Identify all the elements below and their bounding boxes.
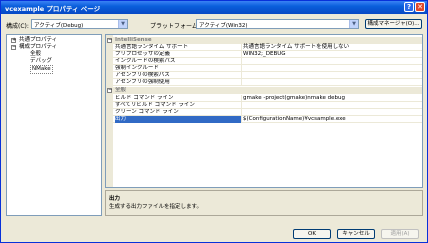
property-row[interactable]: プリプロセッサの定義 WIN32;_DEBUG (106, 51, 422, 58)
config-select-value: アクティブ(Debug) (34, 23, 84, 29)
property-grid: − IntelliSense 共通言語ランタイム サポート 共通言語ランタイム … (105, 34, 423, 188)
category-name: IntelliSense (115, 37, 152, 43)
config-select[interactable]: アクティブ(Debug) ▼ (31, 19, 128, 29)
property-value[interactable]: $(ConfigurationName)¥vcsample.exe (243, 116, 346, 123)
property-row[interactable]: 共通言語ランタイム サポート 共通言語ランタイム サポートを使用しない (106, 44, 422, 51)
tree-item-common-properties[interactable]: 共通プロパティ (19, 37, 57, 44)
property-name: アセンブリの検索パス (115, 72, 242, 79)
property-row-output[interactable]: 出力 $(ConfigurationName)¥vcsample.exe (106, 116, 422, 123)
description-text: 生成する出力ファイルを指定します。 (109, 204, 202, 210)
property-name: ビルド コマンド ライン (115, 95, 242, 102)
collapse-icon[interactable]: − (107, 38, 112, 43)
category-tree[interactable]: + 共通プロパティ − 構成プロパティ 全般 デバッグ NMake (6, 34, 102, 216)
title-bar[interactable]: vcexample プロパティ ページ ? ✕ (1, 1, 427, 14)
category-row-general[interactable]: − 全般 (106, 87, 422, 94)
property-name: 出力 (115, 116, 242, 123)
property-name: 共通言語ランタイム サポート (115, 44, 242, 51)
property-value[interactable]: WIN32;_DEBUG (243, 51, 286, 58)
property-name: インクルードの検索パス (115, 58, 242, 65)
help-button[interactable]: ? (404, 2, 414, 12)
tree-expand-icon[interactable]: + (11, 38, 16, 43)
ok-button[interactable]: OK (293, 229, 331, 239)
property-name: 強制インクルード (115, 65, 242, 72)
property-name: クリーン コマンド ライン (115, 109, 242, 116)
description-panel: 出力 生成する出力ファイルを指定します。 (105, 190, 423, 216)
chevron-down-icon: ▼ (118, 20, 127, 28)
tree-collapse-icon[interactable]: − (11, 45, 16, 50)
tree-item-debug[interactable]: デバッグ (30, 58, 52, 65)
property-name: プリプロセッサの定義 (115, 51, 242, 58)
property-row[interactable]: すべてリビルド コマンド ライン (106, 102, 422, 109)
description-title: 出力 (109, 196, 121, 202)
tree-item-config-properties[interactable]: 構成プロパティ (19, 44, 57, 51)
property-value[interactable]: gmake -project(gmake)nmake debug (243, 95, 345, 102)
category-name: 全般 (115, 87, 127, 93)
property-value[interactable]: 共通言語ランタイム サポートを使用しない (243, 44, 349, 51)
property-name: すべてリビルド コマンド ライン (115, 102, 242, 109)
config-label: 構成(C): (6, 23, 29, 30)
category-row-intellisense[interactable]: − IntelliSense (106, 37, 422, 44)
tree-item-nmake[interactable]: NMake (30, 65, 53, 74)
window-title: vcexample プロパティ ページ (5, 5, 101, 13)
property-row[interactable]: アセンブリの強制使用 (106, 79, 422, 86)
chevron-down-icon: ▼ (349, 20, 358, 28)
collapse-icon[interactable]: − (107, 88, 112, 93)
close-button[interactable]: ✕ (415, 2, 425, 12)
platform-select[interactable]: アクティブ(Win32) ▼ (196, 19, 359, 29)
property-row[interactable]: ビルド コマンド ライン gmake -project(gmake)nmake … (106, 95, 422, 102)
properties-dialog: vcexample プロパティ ページ ? ✕ 構成(C): アクティブ(Deb… (0, 0, 428, 243)
property-row[interactable]: インクルードの検索パス (106, 58, 422, 65)
config-manager-button[interactable]: 構成マネージャ(O)... (365, 19, 422, 29)
property-name: アセンブリの強制使用 (115, 79, 242, 86)
property-row[interactable]: アセンブリの検索パス (106, 72, 422, 79)
apply-button[interactable]: 適用(A) (381, 229, 419, 239)
tree-item-general[interactable]: 全般 (30, 51, 41, 58)
cancel-button[interactable]: キャンセル (337, 229, 375, 239)
platform-select-value: アクティブ(Win32) (199, 23, 248, 29)
property-row[interactable]: クリーン コマンド ライン (106, 109, 422, 116)
property-row[interactable]: 強制インクルード (106, 65, 422, 72)
